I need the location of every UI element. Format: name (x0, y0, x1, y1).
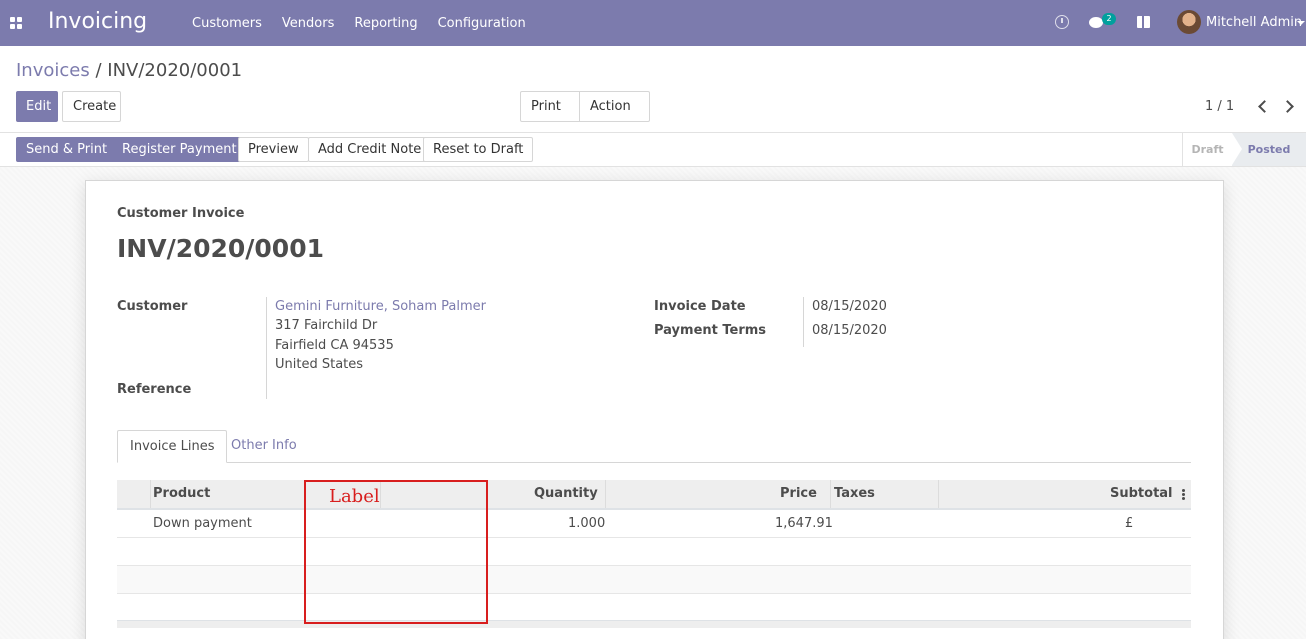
invoice-name: INV/2020/0001 (117, 234, 324, 263)
menu-vendors[interactable]: Vendors (272, 16, 344, 31)
reference-label: Reference (117, 382, 192, 397)
main-menu: Customers Vendors Reporting Configuratio… (182, 0, 536, 46)
column-product[interactable]: Product (153, 480, 210, 508)
user-name[interactable]: Mitchell Admin (1206, 15, 1302, 30)
action-label: Action (590, 99, 631, 114)
empty-row (117, 594, 1191, 622)
payment-terms-value[interactable]: 08/15/2020 (812, 323, 887, 338)
empty-row (117, 566, 1191, 594)
tab-other-info[interactable]: Other Info (219, 430, 309, 463)
gift-icon[interactable] (1137, 16, 1150, 28)
tab-invoice-lines[interactable]: Invoice Lines (117, 430, 228, 463)
breadcrumb-current: INV/2020/0001 (107, 60, 243, 81)
column-subtotal[interactable]: Subtotal (1110, 480, 1173, 508)
print-label: Print (531, 99, 561, 114)
menu-customers[interactable]: Customers (182, 16, 272, 31)
user-menu-caret-icon[interactable] (1297, 21, 1305, 25)
cell-quantity: 1.000 (568, 516, 606, 531)
address-line-2: Fairfield CA 94535 (275, 338, 394, 353)
address-line-3: United States (275, 357, 364, 372)
menu-configuration[interactable]: Configuration (428, 16, 536, 31)
activity-clock-icon[interactable] (1055, 15, 1069, 29)
statusbar: Send & Print Register Payment Preview Ad… (0, 132, 1306, 167)
date-field-divider (803, 297, 804, 347)
customer-link[interactable]: Gemini Furniture, Soham Palmer (275, 299, 486, 314)
column-quantity[interactable]: Quantity (534, 480, 598, 508)
chat-icon[interactable] (1089, 17, 1103, 28)
send-print-button[interactable]: Send & Print (16, 137, 118, 162)
stage-posted[interactable]: Posted (1232, 133, 1306, 166)
invoice-date-label: Invoice Date (654, 299, 746, 314)
cell-product: Down payment (153, 516, 252, 531)
column-taxes[interactable]: Taxes (834, 480, 875, 508)
top-navbar: Invoicing Customers Vendors Reporting Co… (0, 0, 1306, 46)
column-separator (150, 480, 151, 508)
column-separator (830, 480, 831, 508)
payment-terms-label: Payment Terms (654, 323, 767, 338)
column-price[interactable]: Price (780, 480, 817, 508)
customer-field-divider (266, 297, 267, 399)
chat-count-badge: 2 (1102, 13, 1116, 25)
table-row[interactable]: Down payment 1.000 1,647.91 £ 1,647.91 (117, 510, 1191, 559)
breadcrumb-invoices-link[interactable]: Invoices (16, 60, 90, 81)
reset-to-draft-button[interactable]: Reset to Draft (423, 137, 534, 162)
optional-columns-kebab-icon[interactable] (1182, 489, 1185, 500)
table-footer (117, 620, 1191, 628)
stage-draft[interactable]: Draft (1182, 133, 1232, 166)
invoice-type: Customer Invoice (117, 206, 245, 221)
action-dropdown[interactable]: Action (579, 91, 650, 138)
app-title[interactable]: Invoicing (48, 9, 147, 34)
preview-button[interactable]: Preview (238, 137, 309, 162)
annotation-label: Label (329, 486, 380, 507)
pager-next-icon[interactable] (1282, 99, 1294, 113)
empty-row (117, 538, 1191, 566)
edit-button[interactable]: Edit (16, 91, 58, 122)
breadcrumb-separator: / (95, 60, 102, 81)
add-credit-note-button[interactable]: Add Credit Note (308, 137, 432, 162)
cell-price: 1,647.91 (775, 516, 833, 531)
create-button[interactable]: Create (62, 91, 121, 122)
address-line-1: 317 Fairchild Dr (275, 318, 378, 333)
column-separator (938, 480, 939, 508)
invoice-lines-header: Product Quantity Price Taxes Subtotal (117, 480, 1191, 510)
pager-previous-icon[interactable] (1256, 99, 1268, 113)
user-avatar[interactable] (1177, 10, 1201, 34)
register-payment-button[interactable]: Register Payment (112, 137, 247, 162)
column-separator (605, 480, 606, 508)
invoice-date-value[interactable]: 08/15/2020 (812, 299, 887, 314)
stage-posted-label: Posted (1247, 143, 1291, 156)
pager-value[interactable]: 1 / 1 (1205, 99, 1234, 114)
apps-menu-icon[interactable] (10, 17, 22, 29)
print-dropdown[interactable]: Print (520, 91, 580, 138)
breadcrumb: Invoices / INV/2020/0001 (16, 60, 242, 81)
customer-label: Customer (117, 299, 188, 314)
menu-reporting[interactable]: Reporting (344, 16, 427, 31)
